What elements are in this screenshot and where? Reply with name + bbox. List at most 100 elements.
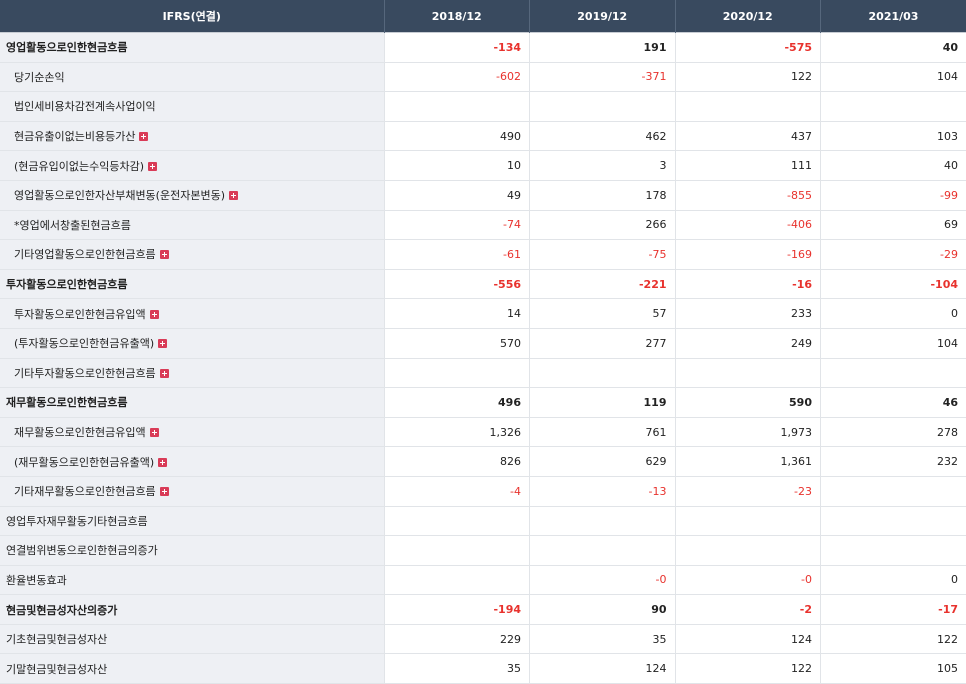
header-period: 2020/12 — [675, 0, 821, 33]
value-cell: 122 — [821, 624, 966, 654]
row-label: 기타영업활동으로인한현금흐름 — [14, 248, 156, 261]
row-label-cell: 기타재무활동으로인한현금흐름 — [0, 476, 384, 506]
value-cell — [821, 506, 966, 536]
value-cell: -575 — [675, 33, 821, 63]
value-cell: -602 — [384, 62, 530, 92]
value-cell: 111 — [675, 151, 821, 181]
plus-icon[interactable] — [148, 162, 157, 171]
value-cell — [675, 536, 821, 566]
value-cell: 40 — [821, 151, 966, 181]
value-cell: 277 — [530, 328, 676, 358]
row-label-cell: 당기순손익 — [0, 62, 384, 92]
plus-icon[interactable] — [160, 487, 169, 496]
plus-icon[interactable] — [150, 310, 159, 319]
value-cell: 122 — [675, 654, 821, 684]
value-cell: 104 — [821, 62, 966, 92]
row-label: *영업에서창출된현금흐름 — [14, 219, 131, 232]
value-cell: -2 — [675, 595, 821, 625]
row-label: 환율변동효과 — [6, 574, 67, 587]
row-label: (현금유입이없는수익등차감) — [14, 160, 144, 173]
value-cell: 124 — [675, 624, 821, 654]
value-cell: -16 — [675, 269, 821, 299]
value-cell: -29 — [821, 240, 966, 270]
row-label-cell: 법인세비용차감전계속사업이익 — [0, 92, 384, 122]
table-row: 법인세비용차감전계속사업이익 — [0, 92, 966, 122]
row-label-cell: 기타영업활동으로인한현금흐름 — [0, 240, 384, 270]
value-cell: 1,973 — [675, 417, 821, 447]
row-label-cell: *영업에서창출된현금흐름 — [0, 210, 384, 240]
table-row: 재무활동으로인한현금유입액1,3267611,973278 — [0, 417, 966, 447]
row-label-cell: 기말현금및현금성자산 — [0, 654, 384, 684]
plus-icon[interactable] — [150, 428, 159, 437]
value-cell: 266 — [530, 210, 676, 240]
header-period: 2019/12 — [530, 0, 676, 33]
value-cell: 40 — [821, 33, 966, 63]
row-label-cell: 연결범위변동으로인한현금의증가 — [0, 536, 384, 566]
row-label-cell: 기초현금및현금성자산 — [0, 624, 384, 654]
value-cell: 490 — [384, 121, 530, 151]
row-label: 투자활동으로인한현금흐름 — [6, 278, 127, 291]
value-cell — [530, 92, 676, 122]
row-label: 법인세비용차감전계속사업이익 — [14, 100, 156, 113]
row-label-cell: (재무활동으로인한현금유출액) — [0, 447, 384, 477]
value-cell: 229 — [384, 624, 530, 654]
value-cell: 278 — [821, 417, 966, 447]
value-cell: 35 — [530, 624, 676, 654]
row-label: (투자활동으로인한현금유출액) — [14, 337, 154, 350]
table-row: 영업활동으로인한자산부채변동(운전자본변동)49178-855-99 — [0, 180, 966, 210]
row-label-cell: 재무활동으로인한현금유입액 — [0, 417, 384, 447]
value-cell — [530, 358, 676, 388]
table-row: 기타재무활동으로인한현금흐름-4-13-23 — [0, 476, 966, 506]
value-cell — [384, 536, 530, 566]
value-cell: -221 — [530, 269, 676, 299]
value-cell: -134 — [384, 33, 530, 63]
header-label: IFRS(연결) — [0, 0, 384, 33]
value-cell: 103 — [821, 121, 966, 151]
plus-icon[interactable] — [160, 250, 169, 259]
value-cell: 249 — [675, 328, 821, 358]
table-row: 영업투자재무활동기타현금흐름 — [0, 506, 966, 536]
row-label-cell: 환율변동효과 — [0, 565, 384, 595]
row-label-cell: (투자활동으로인한현금유출액) — [0, 328, 384, 358]
value-cell: 90 — [530, 595, 676, 625]
value-cell: -13 — [530, 476, 676, 506]
value-cell: 35 — [384, 654, 530, 684]
row-label-cell: 영업투자재무활동기타현금흐름 — [0, 506, 384, 536]
plus-icon[interactable] — [160, 369, 169, 378]
value-cell: 46 — [821, 388, 966, 418]
value-cell: 629 — [530, 447, 676, 477]
row-label: 당기순손익 — [14, 71, 65, 84]
row-label: 재무활동으로인한현금유입액 — [14, 426, 146, 439]
value-cell: 104 — [821, 328, 966, 358]
value-cell: 57 — [530, 299, 676, 329]
value-cell: 496 — [384, 388, 530, 418]
value-cell — [675, 358, 821, 388]
value-cell: 462 — [530, 121, 676, 151]
table-row: 기타투자활동으로인한현금흐름 — [0, 358, 966, 388]
header-period: 2018/12 — [384, 0, 530, 33]
row-label: 기타재무활동으로인한현금흐름 — [14, 485, 156, 498]
value-cell: -406 — [675, 210, 821, 240]
value-cell: 0 — [821, 299, 966, 329]
table-row: 기말현금및현금성자산35124122105 — [0, 654, 966, 684]
header-period: 2021/03 — [821, 0, 966, 33]
plus-icon[interactable] — [139, 132, 148, 141]
table-body: 영업활동으로인한현금흐름-134191-57540당기순손익-602-37112… — [0, 33, 966, 684]
plus-icon[interactable] — [229, 191, 238, 200]
value-cell: -194 — [384, 595, 530, 625]
value-cell: -99 — [821, 180, 966, 210]
value-cell: -75 — [530, 240, 676, 270]
value-cell: 570 — [384, 328, 530, 358]
row-label-cell: 재무활동으로인한현금흐름 — [0, 388, 384, 418]
table-row: 당기순손익-602-371122104 — [0, 62, 966, 92]
value-cell: 10 — [384, 151, 530, 181]
table-row: 환율변동효과-0-00 — [0, 565, 966, 595]
plus-icon[interactable] — [158, 339, 167, 348]
plus-icon[interactable] — [158, 458, 167, 467]
value-cell: 0 — [821, 565, 966, 595]
row-label: 영업투자재무활동기타현금흐름 — [6, 515, 148, 528]
row-label-cell: 투자활동으로인한현금유입액 — [0, 299, 384, 329]
value-cell: -0 — [675, 565, 821, 595]
row-label: 영업활동으로인한현금흐름 — [6, 41, 127, 54]
row-label: 기말현금및현금성자산 — [6, 663, 107, 676]
